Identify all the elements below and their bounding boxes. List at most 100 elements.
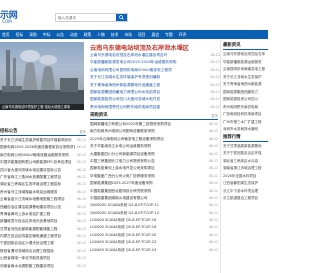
nav-item-project[interactable]: 项目 (135, 32, 149, 38)
item-title[interactable]: QS06200 SCADA系统 Q5-8-EP-TCGP-12 (90, 210, 159, 217)
item-title[interactable]: LG0400 SCADA系统 Q5-8-EP-TCGP-18 (90, 224, 156, 231)
nav-item-market[interactable]: 市场 (121, 32, 135, 38)
sidebar-link[interactable]: 湖南省湘江流域治理工程 (223, 165, 268, 173)
news-title[interactable]: 国家能源投资公司四川大渡河流域水电开发 (90, 96, 206, 103)
list-item[interactable]: 云南电网有限公司昆明供电局500kV输变电工程项 06-12 (90, 67, 220, 74)
sidebar-link[interactable]: 华能新疆新能源运维服务 (223, 59, 268, 67)
news-title[interactable]: 关于青海省海西州新能源基地外送通道工程 (90, 82, 206, 89)
list-item[interactable]: 新疆维吾尔自治区风电光伏基地项目 06-12 (0, 218, 86, 225)
search-input[interactable] (56, 14, 116, 21)
list-item[interactable]: 华电集团广西分公司火电厂检修服务采购 06-12 (90, 173, 218, 180)
sidebar-link[interactable]: 2026年全国水利项目 (223, 173, 268, 181)
news-title[interactable]: 云南电网有限公司昆明供电局500kV输变电工程项 (90, 67, 206, 74)
list-item[interactable]: 中国能建集团湖南火电建设有限公司 06-12 (90, 195, 218, 202)
list-item[interactable]: 国家电网2025-2026年度设备框架协议采购项目 06-12 (0, 144, 86, 151)
nav-item-tech[interactable]: 技术 (108, 32, 122, 38)
item-title[interactable]: 关于华能澜沧江水电公司运维服务采购 (90, 143, 151, 150)
list-item[interactable]: LG0400 SCADA系统 Q5-8-EP-TCGP-18 06-12 (90, 224, 218, 231)
item-title[interactable]: 2025年云南电网公司输变电工程设备采购项目 (90, 136, 164, 143)
list-item[interactable]: 甘肃省河西走廊新能源配套储能工程 06-12 (0, 226, 86, 233)
sidebar-link[interactable]: 关于青海省海西州新能源 (223, 81, 268, 89)
item-title[interactable]: 内蒙古自治区特高压输电通道工程项目 (0, 233, 61, 240)
item-title[interactable]: 国网新疆电力有限公司2025年第二批物资采购项目 (90, 121, 171, 128)
item-title[interactable]: 青海省黄河上游水电站扩建工程 (0, 211, 50, 218)
sidebar-link[interactable]: 湖北省三峡库区水污染 (223, 158, 268, 166)
list-item[interactable]: 云南乌东德电站坝顶及右岸泄水堰区建设项目环 06-12 (90, 52, 220, 59)
item-title[interactable]: 甘肃省河西走廊新能源配套储能工程 (0, 226, 58, 233)
list-item[interactable]: 南方电网公司500kV输电线路运维服务采购 06-12 (0, 152, 86, 159)
nav-item-bidding[interactable]: 招标 (13, 32, 27, 38)
list-item[interactable]: 2025年云南电网公司输变电工程设备采购项目 06-12 (90, 136, 218, 143)
item-title[interactable]: 南方电网公司500kV输电线路运维服务采购 (0, 152, 69, 159)
list-item[interactable]: 中国电建集团西北勘测设计研究院采购 06-12 (90, 188, 218, 195)
list-item[interactable]: 山西省煤电一体化节能改造项目 06-12 (0, 255, 86, 262)
list-item[interactable]: 国家电投黄河上游水电开发公司采购项目 06-12 (90, 165, 218, 172)
item-title[interactable]: LG0400 SCADA系统 Q5-8-EP-TCGP-20 (90, 232, 156, 239)
sidebar-link[interactable]: 关于长江流域水生态保护 (223, 74, 268, 82)
nav-item-topic[interactable]: 专题 (162, 32, 176, 38)
list-item[interactable]: 国家能源投资公司四川大渡河流域水电开发 06-12 (90, 96, 220, 103)
list-item[interactable]: 关于长江流域生态保护修复项目环境影响评价 06-12 (0, 137, 86, 144)
sidebar-link[interactable]: 国家能源集团西藏电力 (223, 89, 268, 97)
list-item[interactable]: 华能新疆新能源发电公司2025-2026年运维服务采购 06-12 (90, 59, 220, 66)
item-title[interactable]: 中国电建集团西北勘测设计研究院采购 (90, 188, 151, 195)
item-title[interactable]: 国家电网2025-2026年度设备框架协议采购项目 (0, 144, 75, 151)
nav-item-purchase[interactable]: 采购 (26, 32, 40, 38)
list-item[interactable]: 关于华能澜沧江水电公司运维服务采购 06-12 (90, 143, 218, 150)
list-item[interactable]: 国网新疆电力有限公司2025年第二批物资采购项目 06-12 (90, 121, 218, 128)
item-title[interactable]: 山西省煤电一体化节能改造项目 (0, 255, 50, 262)
list-item[interactable]: 贵州省乌江流域梯级水电站运维服务 06-12 (0, 189, 86, 196)
nav-item-eia[interactable]: 环评 (176, 32, 190, 38)
more-link[interactable]: 更多 (211, 112, 218, 120)
list-item[interactable]: 国家能源集团2025-2027年度设备采购 06-12 (90, 180, 218, 187)
list-item[interactable]: 河南省南水北调配套工程建设项目 06-12 (0, 263, 86, 270)
nav-item-people[interactable]: 人物 (94, 32, 108, 38)
sidebar-link[interactable]: 国家能源投资公司四川 (223, 96, 268, 104)
item-title[interactable]: 国家能源集团2025-2027年度设备采购 (90, 180, 153, 187)
list-item[interactable]: 贵州电网有限责任公司黔东南供电局项目建 06-12 (90, 104, 220, 111)
sidebar-link[interactable]: 深圳市水务局排水管网 (223, 126, 268, 134)
sidebar-link[interactable]: 广西电网桂林供电局项目 (223, 111, 268, 119)
list-item[interactable]: 宁夏回族自治区沙漠光伏治理工程 06-12 (0, 240, 86, 247)
list-item[interactable]: 内蒙古自治区特高压输电通道工程项目 06-12 (0, 233, 86, 240)
list-item[interactable]: QS06200 SCADA系统 Q5-8-EP-TCGP-11 06-12 (90, 202, 218, 209)
nav-item-expo[interactable]: 展会 (149, 32, 163, 38)
sidebar-link[interactable]: 云南昆明供电局输变电工程 (223, 66, 268, 74)
news-title[interactable]: 云南乌东德电站坝顶及右岸泄水堰区建设项目环 (90, 52, 206, 59)
sidebar-link[interactable]: 长江中下游水环境治理 (223, 188, 268, 196)
sidebar-link[interactable]: 关于甘肃酒泉新能源基地 (223, 143, 268, 151)
sidebar-link[interactable]: 广州市第三水厂扩建工程 (223, 119, 268, 127)
list-item[interactable]: LG0400 SCADA系统 Q5-8-EP-TCGP-24 06-12 (90, 247, 218, 254)
sidebar-link[interactable]: 贵州电网黔东南供电局 (223, 104, 268, 112)
item-title[interactable]: 关于长江流域生态保护修复项目环境影响评价 (0, 137, 72, 144)
item-title[interactable]: LG0400 SCADA系统 Q5-8-EP-TCGP-22 (90, 239, 156, 246)
item-title[interactable]: 中国能建集团湖南火电建设有限公司 (90, 195, 148, 202)
item-title[interactable]: 西藏自治区清洁能源基地建设项目公告 (0, 204, 61, 211)
item-title[interactable]: 中国华能集团有限公司新能源EPC总承包项目 (0, 159, 72, 166)
list-item[interactable]: 四川省大渡河流域水电站建设招标公告 06-12 (0, 167, 86, 174)
item-title[interactable]: 大唐集团四川分公司新能源项目设备采购 (90, 151, 155, 158)
list-item[interactable]: LG0400 SCADA系统 Q5-8-EP-TCGP-16 06-12 (90, 217, 218, 224)
sidebar-link[interactable]: 江西省鄱阳湖生态保护 (223, 180, 268, 188)
item-title[interactable]: 南方电网贵州电网公司配网设备框架采购 (90, 128, 155, 135)
list-item[interactable]: 关于青海省海西州新能源基地外送通道工程 06-12 (90, 82, 220, 89)
news-title[interactable]: 关于长江流域水生态环境保护专项规划编制 (90, 74, 206, 81)
list-item[interactable]: 大唐集团四川分公司新能源项目设备采购 06-12 (90, 151, 218, 158)
list-item[interactable]: 云南省金沙江流域水电基地配套工程项目 06-12 (0, 196, 86, 203)
list-item[interactable]: 陕西省渭河流域综合治理工程招标 06-12 (0, 248, 86, 255)
hero-photo[interactable]: 云南乌东德电站环境保护工程 电站大坝施工现场 (0, 42, 84, 110)
sidebar-link[interactable]: 关于宁夏回族自治区环保 (223, 150, 268, 158)
search-button[interactable] (116, 14, 127, 21)
nav-item-policy[interactable]: 政策 (81, 32, 95, 38)
news-title[interactable]: 贵州电网有限责任公司黔东南供电局项目建 (90, 104, 206, 111)
news-title[interactable]: 华能新疆新能源发电公司2025-2026年运维服务采购 (90, 59, 206, 66)
item-title[interactable]: 四川省大渡河流域水电站建设招标公告 (0, 167, 61, 174)
list-item[interactable]: 国家能源集团西藏电力有限公司水电站项目 06-12 (90, 89, 220, 96)
news-title[interactable]: 国家能源集团西藏电力有限公司水电站项目 (90, 89, 206, 96)
item-title[interactable]: 湖北省三峡库区生态环境治理工程招标 (0, 181, 61, 188)
nav-item-award[interactable]: 中标 (40, 32, 54, 38)
headline-title[interactable]: 云南乌东德电站坝顶及右岸泄水堰区 (90, 43, 220, 52)
list-item[interactable]: 西藏自治区清洁能源基地建设项目公告 06-12 (0, 204, 86, 211)
item-title[interactable]: 广东省珠江三角洲水资源配置工程项目 (0, 174, 61, 181)
item-title[interactable]: 陕西省渭河流域综合治理工程招标 (0, 248, 54, 255)
